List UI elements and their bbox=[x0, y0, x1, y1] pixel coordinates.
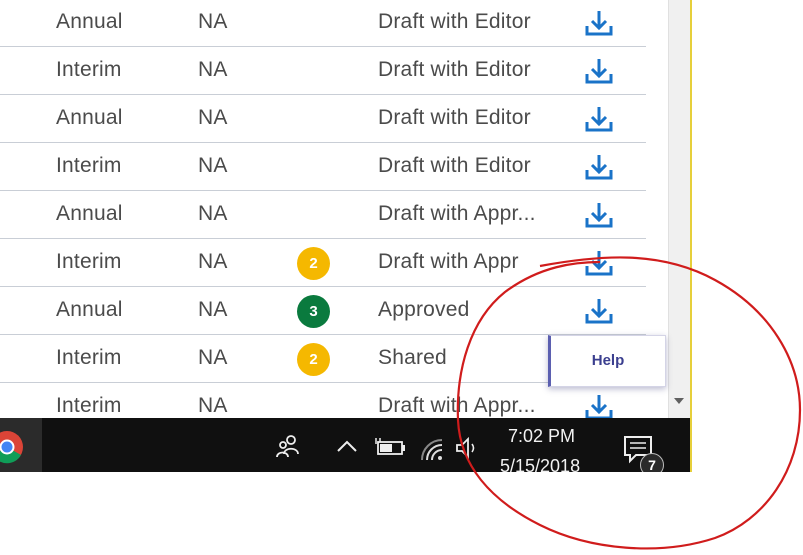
app-screen: Annual NA Draft with Editor Interim NA Draft … bbox=[0, 0, 690, 472]
report-type-cell: Annual bbox=[56, 202, 123, 225]
status-cell: Draft with Appr... bbox=[378, 202, 536, 225]
status-cell: Draft with Appr bbox=[378, 250, 519, 273]
table-row[interactable]: Interim NA Draft with Appr... bbox=[0, 384, 646, 418]
speaker-icon[interactable] bbox=[454, 436, 482, 460]
notification-count-badge: 7 bbox=[640, 453, 664, 472]
report-type-cell: Interim bbox=[56, 346, 122, 369]
help-button[interactable]: Help bbox=[548, 335, 666, 387]
vertical-scrollbar[interactable] bbox=[668, 0, 690, 418]
clock-time[interactable]: 7:02 PM bbox=[508, 426, 575, 447]
people-icon[interactable] bbox=[274, 432, 302, 460]
table-row[interactable]: Annual NA Draft with Editor bbox=[0, 96, 646, 143]
download-icon[interactable] bbox=[584, 8, 614, 38]
report-type-cell: Annual bbox=[56, 10, 123, 33]
clock-date[interactable]: 5/15/2018 bbox=[500, 456, 580, 472]
status-cell: Draft with Appr... bbox=[378, 394, 536, 417]
table-row[interactable]: Annual NA 3 Approved bbox=[0, 288, 646, 335]
na-cell: NA bbox=[198, 106, 228, 129]
na-cell: NA bbox=[198, 10, 228, 33]
status-cell: Draft with Editor bbox=[378, 106, 531, 129]
na-cell: NA bbox=[198, 58, 228, 81]
report-type-cell: Interim bbox=[56, 154, 122, 177]
table-row[interactable]: Annual NA Draft with Appr... bbox=[0, 192, 646, 239]
download-icon[interactable] bbox=[584, 152, 614, 182]
download-icon[interactable] bbox=[584, 296, 614, 326]
report-type-cell: Interim bbox=[56, 394, 122, 417]
status-cell: Draft with Editor bbox=[378, 10, 531, 33]
download-icon[interactable] bbox=[584, 248, 614, 278]
table-row[interactable]: Interim NA 2 Draft with Appr bbox=[0, 240, 646, 287]
table-row[interactable]: Interim NA Draft with Editor bbox=[0, 144, 646, 191]
na-cell: NA bbox=[198, 250, 228, 273]
scroll-down-arrow[interactable] bbox=[674, 398, 684, 404]
count-badge: 2 bbox=[297, 343, 330, 376]
download-icon[interactable] bbox=[584, 392, 614, 418]
na-cell: NA bbox=[198, 394, 228, 417]
chevron-up-icon[interactable] bbox=[336, 438, 358, 454]
na-cell: NA bbox=[198, 202, 228, 225]
status-cell: Shared bbox=[378, 346, 447, 369]
status-cell: Approved bbox=[378, 298, 470, 321]
report-type-cell: Annual bbox=[56, 106, 123, 129]
windows-taskbar: 7:02 PM 5/15/2018 7 bbox=[0, 418, 690, 472]
table-row[interactable]: Annual NA Draft with Editor bbox=[0, 0, 646, 47]
report-type-cell: Interim bbox=[56, 58, 122, 81]
table-row[interactable]: Interim NA Draft with Editor bbox=[0, 48, 646, 95]
battery-icon[interactable] bbox=[372, 436, 406, 458]
download-icon[interactable] bbox=[584, 200, 614, 230]
chrome-icon bbox=[0, 431, 23, 464]
na-cell: NA bbox=[198, 346, 228, 369]
wifi-icon[interactable] bbox=[418, 436, 444, 462]
download-icon[interactable] bbox=[584, 104, 614, 134]
na-cell: NA bbox=[198, 298, 228, 321]
status-cell: Draft with Editor bbox=[378, 58, 531, 81]
download-icon[interactable] bbox=[584, 56, 614, 86]
status-cell: Draft with Editor bbox=[378, 154, 531, 177]
chrome-taskbar-button[interactable] bbox=[0, 418, 42, 472]
na-cell: NA bbox=[198, 154, 228, 177]
count-badge: 2 bbox=[297, 247, 330, 280]
window-border bbox=[690, 0, 692, 472]
report-type-cell: Interim bbox=[56, 250, 122, 273]
report-type-cell: Annual bbox=[56, 298, 123, 321]
count-badge: 3 bbox=[297, 295, 330, 328]
